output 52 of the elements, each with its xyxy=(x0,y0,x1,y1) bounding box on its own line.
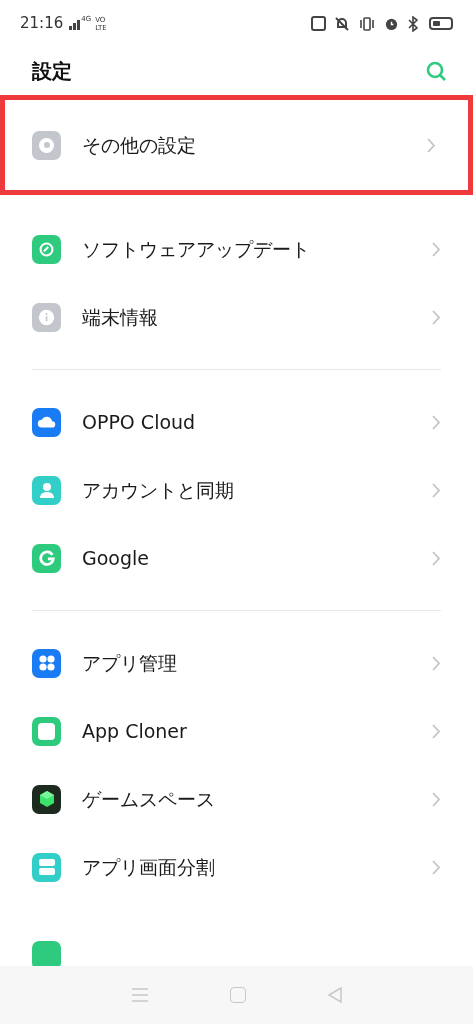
row-label: ソフトウェアアップデート xyxy=(82,236,310,262)
chevron-icon xyxy=(431,549,441,567)
settings-row[interactable]: 端末情報 xyxy=(0,283,473,351)
chevron-icon xyxy=(426,136,436,154)
home-button[interactable] xyxy=(229,987,246,1003)
nfc-icon xyxy=(311,16,326,31)
row-label: 端末情報 xyxy=(82,304,158,330)
search-icon[interactable] xyxy=(425,60,447,82)
settings-row[interactable]: その他の設定 xyxy=(0,95,473,195)
chevron-icon xyxy=(431,858,441,876)
vibrate-icon xyxy=(358,15,376,32)
status-time: 21:16 xyxy=(20,13,64,35)
grid-icon xyxy=(32,648,61,678)
chevron-icon xyxy=(431,722,441,740)
menu-icon[interactable] xyxy=(130,987,149,1003)
info-icon xyxy=(32,302,61,332)
settings-row[interactable]: ソフトウェアアップデート xyxy=(0,215,473,283)
split-screen-icon xyxy=(32,852,61,882)
bluetooth-icon xyxy=(407,15,421,32)
cloud-icon xyxy=(32,407,61,437)
settings-row[interactable]: ゲームスペース xyxy=(0,765,473,833)
settings-row[interactable]: Google xyxy=(0,524,473,592)
back-icon[interactable] xyxy=(326,986,343,1004)
sync-icon xyxy=(32,234,61,264)
settings-row[interactable]: OPPO Cloud xyxy=(0,388,473,456)
chevron-icon xyxy=(431,481,441,499)
bell-off-icon xyxy=(334,15,350,32)
row-label: ゲームスペース xyxy=(82,786,215,812)
chevron-icon xyxy=(431,413,441,431)
row-label: アプリ画面分割 xyxy=(82,854,215,880)
settings-row[interactable]: アカウントと同期 xyxy=(0,456,473,524)
chevron-icon xyxy=(431,790,441,808)
chevron-icon xyxy=(431,308,441,326)
chevron-icon xyxy=(431,240,441,258)
person-icon xyxy=(32,475,61,505)
settings-row[interactable]: アプリ画面分割 xyxy=(0,833,473,901)
settings-row[interactable]: App Cloner xyxy=(0,697,473,765)
battery-icon xyxy=(429,17,453,30)
row-label: アプリ管理 xyxy=(82,650,177,676)
chevron-icon xyxy=(431,654,441,672)
cube-icon xyxy=(32,784,61,814)
row-label: OPPO Cloud xyxy=(82,409,196,435)
row-label: Google xyxy=(82,545,149,571)
square-icon xyxy=(32,716,61,746)
row-label: アカウントと同期 xyxy=(82,477,234,503)
google-icon xyxy=(32,543,61,573)
settings-row[interactable]: アプリ管理 xyxy=(0,629,473,697)
row-label: App Cloner xyxy=(82,718,187,744)
alarm-icon xyxy=(384,16,399,31)
settings-icon xyxy=(32,130,61,160)
page-title: 設定 xyxy=(32,58,72,85)
row-label: その他の設定 xyxy=(82,132,196,158)
